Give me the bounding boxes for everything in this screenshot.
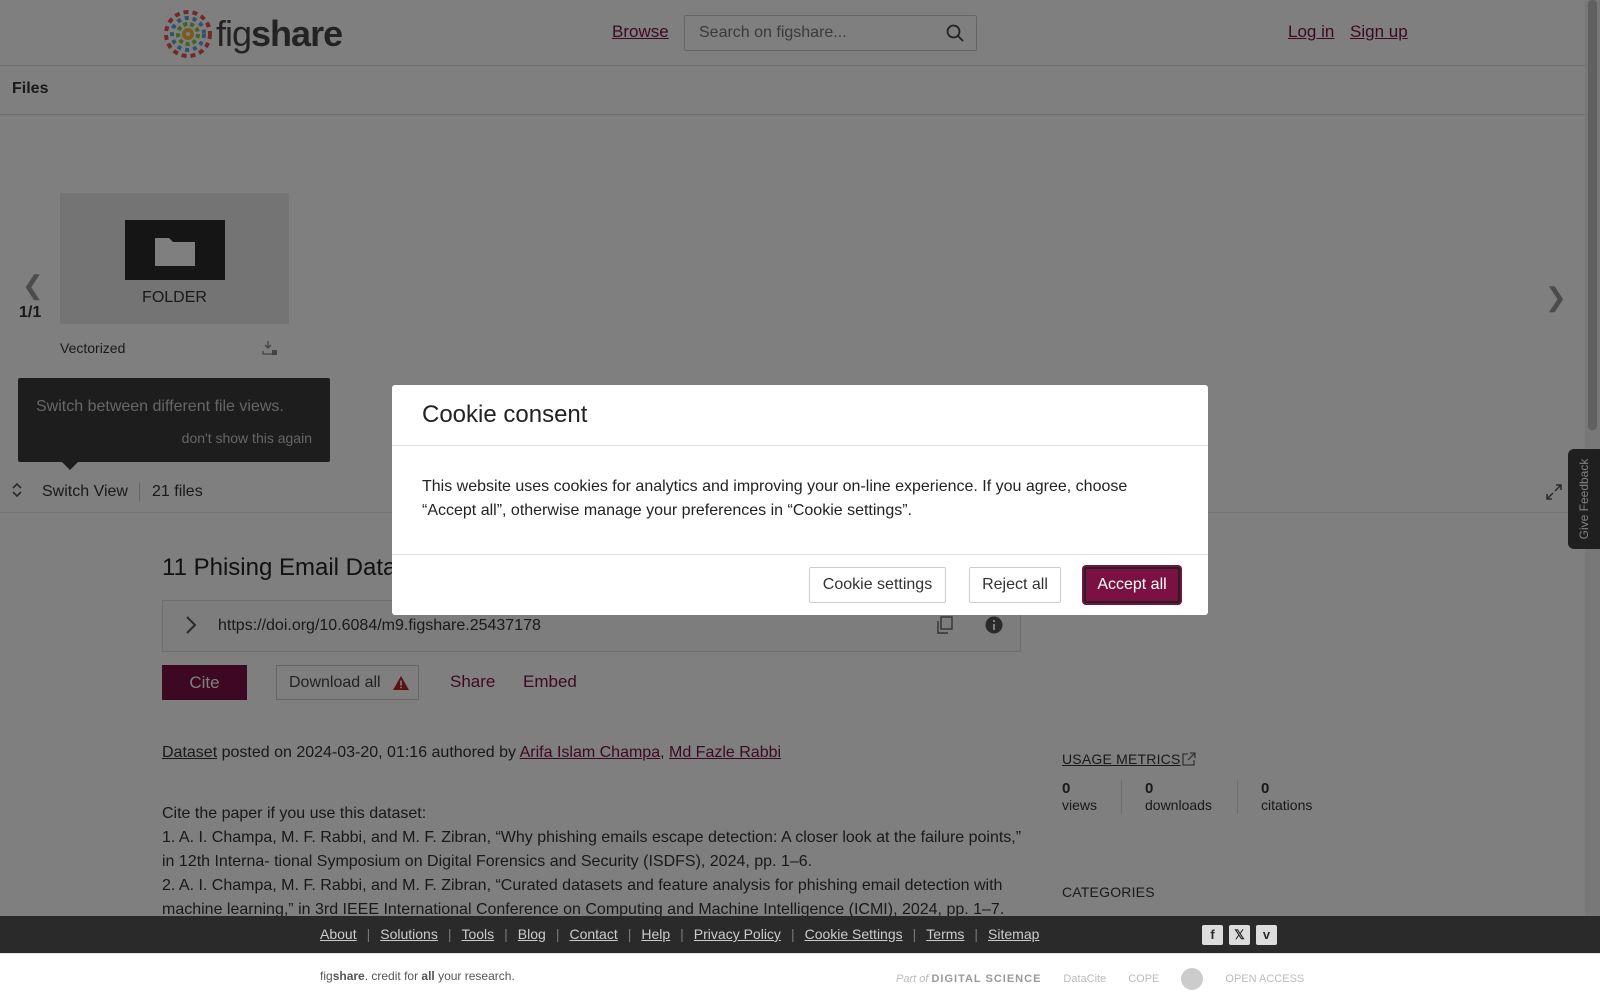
globe-icon[interactable]: [1181, 968, 1204, 990]
cookie-settings-button[interactable]: Cookie settings: [809, 567, 946, 603]
dialog-body: This website uses cookies for analytics …: [422, 478, 1128, 519]
x-twitter-icon[interactable]: 𝕏: [1229, 925, 1250, 945]
footer-link[interactable]: Tools: [461, 926, 494, 942]
footer-link[interactable]: Cookie Settings: [805, 926, 903, 942]
partner-logos: Part of DIGITAL SCIENCE DataCite COPE OP…: [896, 968, 1304, 990]
footer-divider: |: [504, 926, 508, 942]
footer-divider: |: [627, 926, 632, 942]
accept-all-button[interactable]: Accept all: [1084, 567, 1180, 603]
footer-link[interactable]: Contact: [569, 926, 617, 942]
footer-divider: |: [912, 926, 917, 942]
datacite-logo[interactable]: DataCite: [1063, 973, 1106, 985]
footer-link[interactable]: Blog: [518, 926, 546, 942]
open-access-logo[interactable]: OPEN ACCESS: [1225, 973, 1304, 985]
footer-link[interactable]: Terms: [926, 926, 964, 942]
divider: [392, 445, 1208, 446]
footer-divider: |: [974, 926, 979, 942]
footer-links: About | Solutions | Tools | Blog | Contact | Help |…: [320, 926, 1039, 942]
cope-logo[interactable]: COPE: [1128, 973, 1159, 985]
footer-link[interactable]: Sitemap: [988, 926, 1039, 942]
footer-link[interactable]: Privacy Policy: [694, 926, 781, 942]
vimeo-icon[interactable]: v: [1256, 925, 1277, 945]
facebook-icon[interactable]: f: [1202, 925, 1223, 945]
dialog-title: Cookie consent: [422, 401, 588, 428]
footer-divider: |: [555, 926, 560, 942]
footer-links-bar: About | Solutions | Tools | Blog | Contact | Help |…: [0, 916, 1600, 953]
cookie-consent-dialog: Cookie consent This website uses cookies…: [392, 385, 1208, 615]
footer-link[interactable]: Solutions: [380, 926, 438, 942]
footer-divider: |: [680, 926, 684, 942]
reject-all-button[interactable]: Reject all: [969, 567, 1061, 603]
social-links: f 𝕏 v: [1202, 925, 1277, 945]
footer-divider: |: [447, 926, 452, 942]
footer-link[interactable]: About: [320, 926, 357, 942]
footer-bottom: figshare. credit for all your research. …: [0, 953, 1600, 1000]
footer-link[interactable]: Help: [641, 926, 670, 942]
divider: [392, 554, 1208, 555]
footer-divider: |: [790, 926, 795, 942]
footer-divider: |: [366, 926, 371, 942]
footer-tagline: figshare. credit for all your research.: [320, 969, 515, 983]
digital-science-logo[interactable]: Part of DIGITAL SCIENCE: [896, 973, 1041, 985]
